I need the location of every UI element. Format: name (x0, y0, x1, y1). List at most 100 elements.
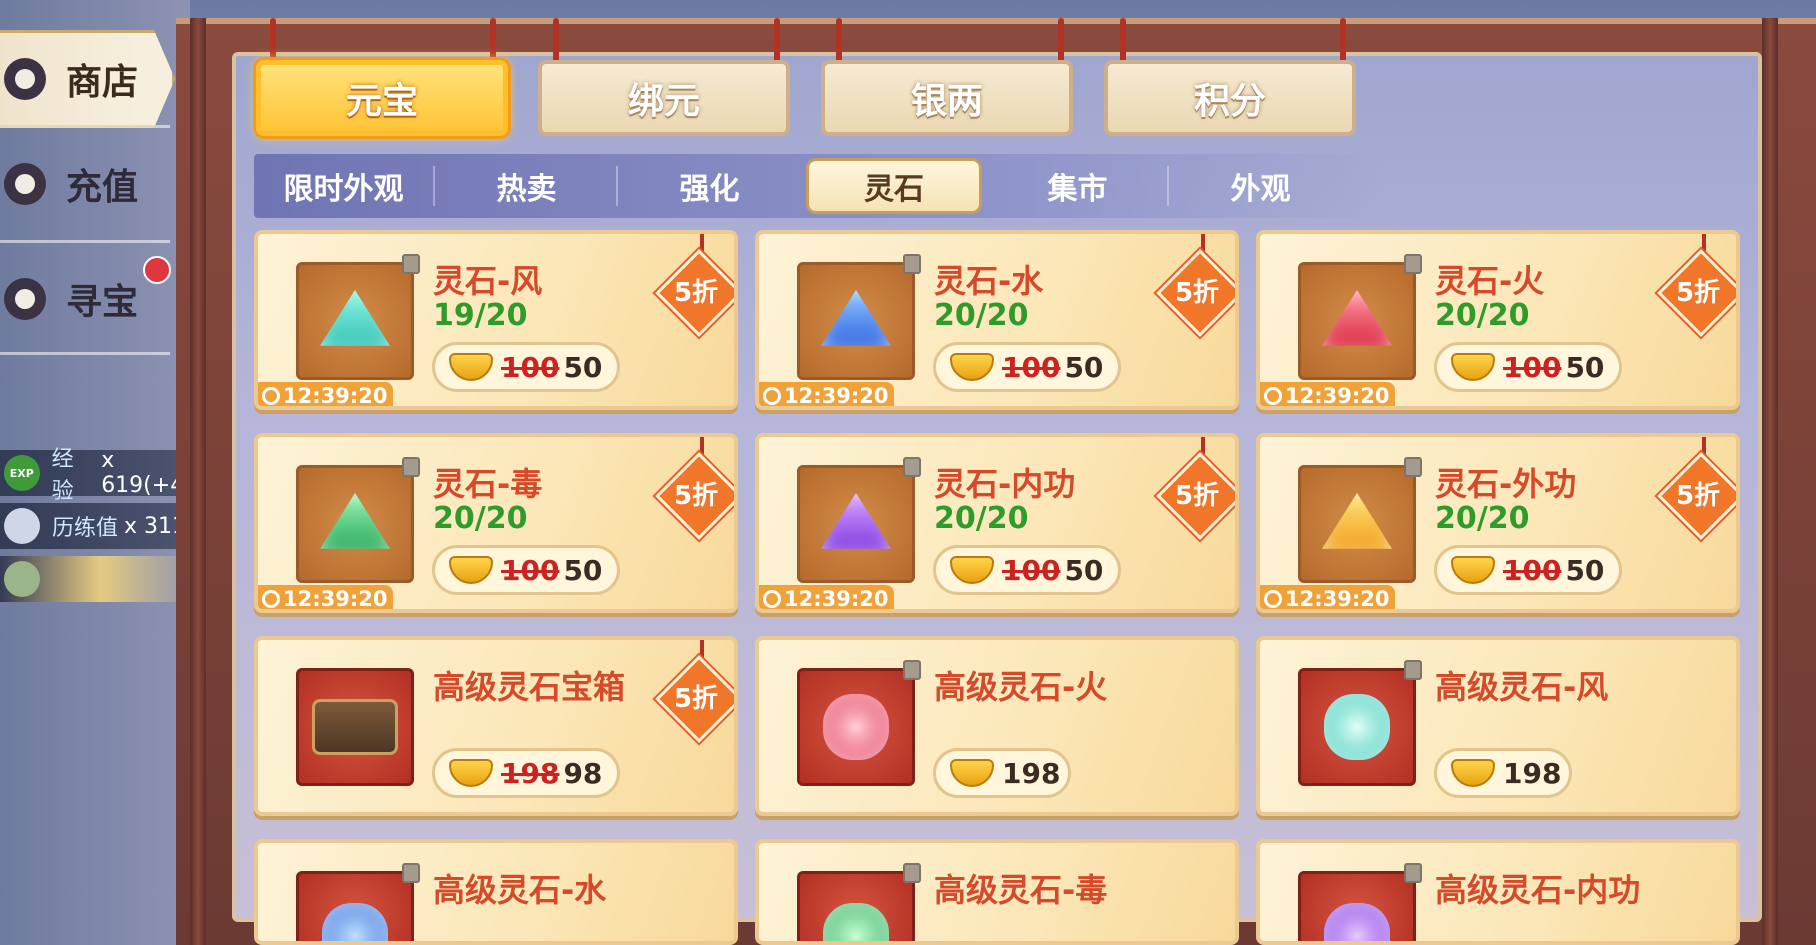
discount-tag: 5折 (1658, 250, 1736, 330)
buy-button[interactable]: 198 98 (432, 748, 620, 798)
discount-tag: 5折 (1157, 453, 1235, 533)
sidebar-item-recharge[interactable]: 充值 (0, 135, 175, 233)
money-bag-icon (4, 163, 46, 205)
sidebar-item-shop[interactable]: 商店 (0, 30, 175, 128)
gold-ingot-icon (449, 556, 493, 584)
item-name: 高级灵石-风 (1435, 668, 1609, 706)
item-price: 198 (1002, 756, 1061, 790)
lock-icon (1404, 457, 1422, 477)
countdown-timer: 12:39:20 (258, 585, 394, 611)
discount-text: 5折 (1675, 480, 1721, 511)
outer-power-stone-icon (1322, 493, 1392, 549)
clock-icon (262, 590, 280, 608)
countdown-timer: 12:39:20 (258, 382, 394, 406)
sale-price: 50 (1064, 553, 1104, 587)
item-name: 高级灵石-内功 (1435, 871, 1641, 909)
gold-ingot-icon (950, 556, 994, 584)
item-icon-frame (296, 668, 414, 786)
shop-item-card[interactable]: 高级灵石宝箱 198 98 5折 (254, 636, 738, 816)
original-price: 100 (1002, 350, 1061, 384)
buy-button[interactable]: 100 50 (1434, 342, 1622, 392)
lock-icon (903, 254, 921, 274)
lock-icon (402, 863, 420, 883)
discount-text: 5折 (673, 480, 719, 511)
clock-icon (262, 387, 280, 405)
reward-stat (0, 556, 200, 602)
shop-item-card[interactable]: 灵石-内功 20/20 100 50 12:39:20 5折 (755, 433, 1239, 613)
item-icon-frame (1298, 871, 1416, 941)
tab-bound-yuanbao[interactable]: 绑元 (538, 60, 790, 136)
gold-ingot-icon (1451, 759, 1495, 787)
sale-price: 50 (1064, 350, 1104, 384)
item-name: 高级灵石宝箱 (433, 668, 626, 706)
tab-yuanbao[interactable]: 元宝 (256, 60, 508, 136)
exp-icon: EXP (4, 455, 40, 491)
item-icon-frame (797, 465, 915, 583)
subtab-enhance[interactable]: 强化 (618, 154, 801, 218)
shop-item-card[interactable]: 高级灵石-火 198 (755, 636, 1239, 816)
shop-item-card[interactable]: 灵石-水 20/20 100 50 12:39:20 5折 (755, 230, 1239, 410)
shop-item-card[interactable]: 灵石-风 19/20 100 50 12:39:20 5折 (254, 230, 738, 410)
timer-text: 12:39:20 (784, 587, 889, 611)
discount-text: 5折 (1174, 277, 1220, 308)
item-icon-frame (1298, 668, 1416, 786)
gold-ingot-icon (950, 759, 994, 787)
shop-item-card[interactable]: 灵石-毒 20/20 100 50 12:39:20 5折 (254, 433, 738, 613)
fire-stone-icon (1322, 290, 1392, 346)
target-icon (4, 561, 40, 597)
original-price: 100 (501, 553, 560, 587)
buy-button[interactable]: 100 50 (933, 545, 1121, 595)
countdown-timer: 12:39:20 (759, 382, 895, 406)
item-stock: 20/20 (433, 501, 528, 536)
item-stock: 19/20 (433, 298, 528, 333)
subtab-hot-sale[interactable]: 热卖 (435, 154, 618, 218)
subtab-outfit[interactable]: 外观 (1169, 154, 1352, 218)
frame-pole-left (190, 18, 206, 945)
tab-points[interactable]: 积分 (1104, 60, 1356, 136)
shop-item-card[interactable]: 灵石-外功 20/20 100 50 12:39:20 5折 (1256, 433, 1740, 613)
gold-ingot-icon (1451, 353, 1495, 381)
lock-icon (903, 863, 921, 883)
timer-text: 12:39:20 (1285, 384, 1390, 408)
lock-icon (903, 660, 921, 680)
buy-button[interactable]: 100 50 (933, 342, 1121, 392)
original-price: 100 (1503, 350, 1562, 384)
discount-tag: 5折 (656, 656, 734, 736)
item-icon-frame (1298, 262, 1416, 380)
poison-stone-advanced-icon (823, 903, 889, 941)
shop-item-card[interactable]: 高级灵石-毒 (755, 839, 1239, 945)
shop-icon (4, 58, 46, 100)
buy-button[interactable]: 100 50 (432, 545, 620, 595)
scroll-icon (4, 508, 40, 544)
divider (0, 125, 170, 128)
tab-silver[interactable]: 银两 (821, 60, 1073, 136)
original-price: 100 (1503, 553, 1562, 587)
buy-button[interactable]: 198 (1434, 748, 1572, 798)
buy-button[interactable]: 198 (933, 748, 1071, 798)
item-price: 198 (1503, 756, 1562, 790)
item-icon-frame (797, 262, 915, 380)
item-name: 高级灵石-水 (433, 871, 607, 909)
wind-stone-icon (320, 290, 390, 346)
wind-stone-advanced-icon (1324, 694, 1390, 760)
shop-item-card[interactable]: 高级灵石-风 198 (1256, 636, 1740, 816)
subtab-market[interactable]: 集市 (986, 154, 1169, 218)
timer-text: 12:39:20 (283, 587, 388, 611)
divider (0, 352, 170, 355)
buy-button[interactable]: 100 50 (432, 342, 620, 392)
item-icon-frame (296, 465, 414, 583)
countdown-timer: 12:39:20 (1260, 382, 1396, 408)
subtab-limited-outfit[interactable]: 限时外观 (252, 154, 435, 218)
shop-item-card[interactable]: 高级灵石-内功 (1256, 839, 1740, 945)
original-price: 100 (501, 350, 560, 384)
shop-item-card[interactable]: 灵石-火 20/20 100 50 12:39:20 5折 (1256, 230, 1740, 410)
buy-button[interactable]: 100 50 (1434, 545, 1622, 595)
original-price: 198 (501, 756, 560, 790)
item-stock: 20/20 (1435, 298, 1530, 333)
shop-item-card[interactable]: 高级灵石-水 (254, 839, 738, 945)
sidebar-item-label: 商店 (66, 62, 139, 103)
sale-price: 50 (563, 553, 603, 587)
sale-price: 98 (563, 756, 603, 790)
clock-icon (1264, 590, 1282, 608)
subtab-spirit-stone[interactable]: 灵石 (806, 158, 982, 214)
